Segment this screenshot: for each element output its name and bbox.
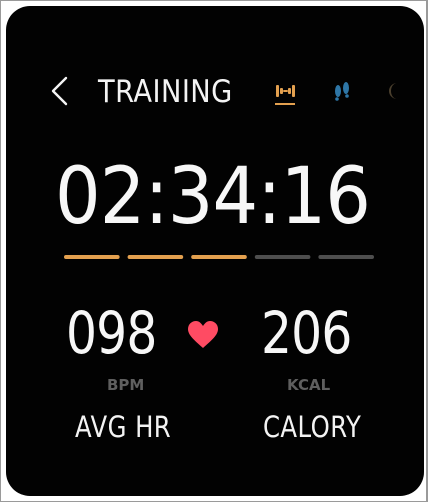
workout-progress-bar	[64, 255, 374, 259]
dumbbell-icon[interactable]	[271, 74, 299, 108]
calories-value: 206	[261, 299, 352, 367]
progress-segment-complete	[191, 255, 247, 259]
watch-screen: TRAINING 02:34:16 098 BPM AVG HR 206 KCA…	[6, 6, 424, 496]
progress-segment-complete	[64, 255, 120, 259]
calories-label: CALORY	[263, 410, 362, 444]
calories-unit: KCAL	[287, 376, 331, 394]
moon-icon[interactable]	[380, 74, 408, 108]
chevron-left-icon[interactable]	[48, 74, 70, 108]
frame-left-border	[0, 0, 1, 502]
training-header: TRAINING	[6, 62, 424, 126]
progress-segment-complete	[127, 255, 184, 259]
page-title: TRAINING	[98, 74, 233, 110]
heart-icon	[188, 321, 218, 348]
frame-top-border	[0, 0, 428, 1]
average-heart-rate-label: AVG HR	[75, 410, 172, 444]
footsteps-icon[interactable]	[328, 74, 356, 108]
average-heart-rate-value: 098	[66, 299, 157, 367]
elapsed-time: 02:34:16	[55, 152, 371, 242]
heart-rate-unit: BPM	[107, 376, 145, 394]
progress-segment-remaining	[318, 255, 374, 259]
progress-segment-remaining	[254, 255, 311, 259]
